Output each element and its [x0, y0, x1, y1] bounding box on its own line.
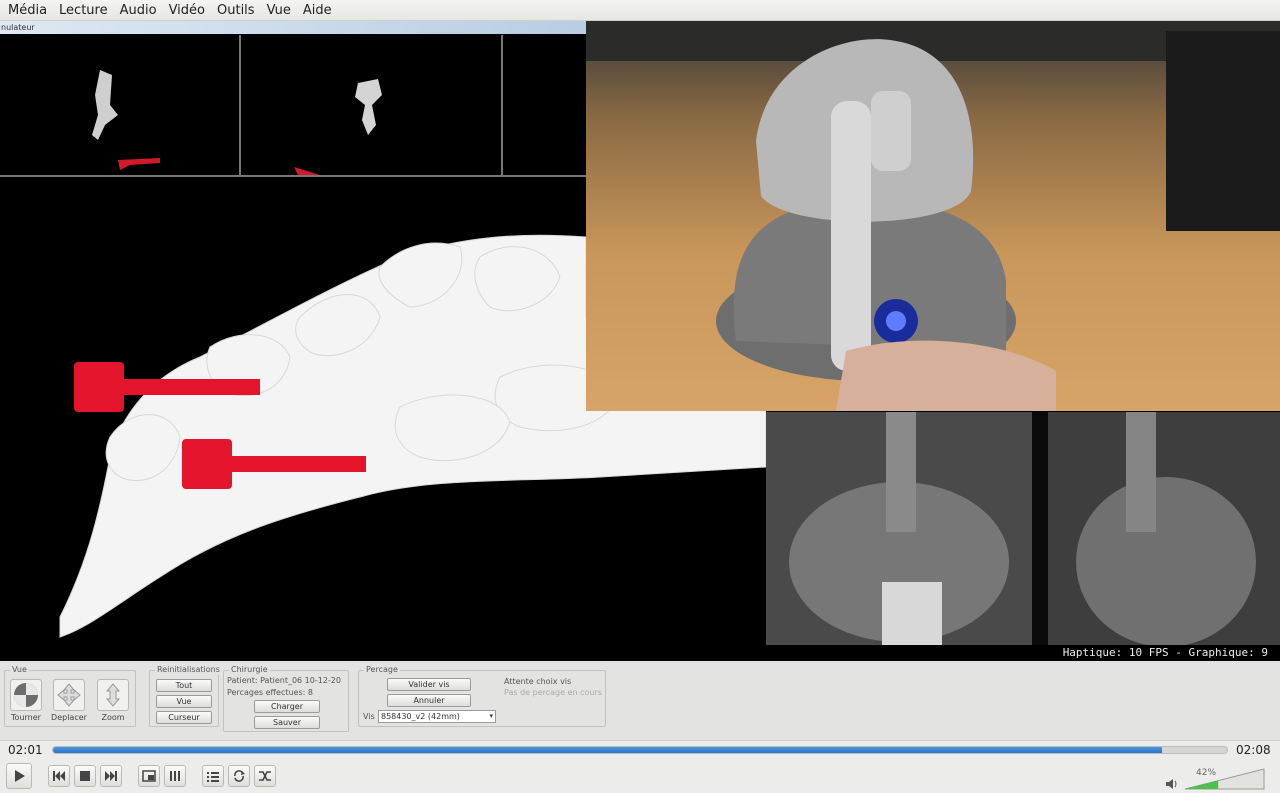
validate-screw-button[interactable]: Valider vis	[387, 678, 471, 691]
extended-settings-button[interactable]	[164, 765, 186, 787]
menubar: Média Lecture Audio Vidéo Outils Vue Aid…	[0, 0, 1280, 21]
screw-select[interactable]: 858430_v2 (42mm) ▾	[378, 710, 496, 723]
stop-button[interactable]	[74, 765, 96, 787]
reset-view-button[interactable]: Vue	[156, 695, 212, 708]
loop-icon	[234, 770, 245, 782]
loop-button[interactable]	[228, 765, 250, 787]
total-time: 02:08	[1236, 743, 1271, 757]
rotate-tool[interactable]: Tourner	[6, 679, 46, 722]
fullscreen-icon	[142, 770, 156, 782]
percage-group-title: Percage	[364, 665, 400, 675]
reinit-group: Reinitialisations Tout Vue Curseur	[149, 665, 222, 727]
chevron-down-icon: ▾	[489, 712, 493, 720]
patient-info: Patient: Patient_06 10-12-20	[227, 676, 341, 685]
vertebra-slice-image	[92, 70, 382, 175]
reinit-group-title: Reinitialisations	[155, 665, 222, 675]
zoom-tool-label: Zoom	[101, 713, 125, 722]
screw-label: Vis	[363, 712, 375, 721]
skip-forward-icon	[105, 771, 117, 781]
volume-slider[interactable]	[1184, 767, 1266, 791]
play-icon	[15, 770, 25, 782]
menu-video[interactable]: Vidéo	[163, 0, 211, 21]
chirurgie-group-title: Chirurgie	[229, 665, 270, 675]
player-controls: 02:01 02:08 42%	[0, 740, 1280, 793]
menu-outils[interactable]: Outils	[211, 0, 261, 21]
simulator-slice-views	[0, 35, 586, 177]
percage-status: Attente choix vis	[504, 677, 572, 686]
move-arrows-icon	[53, 679, 85, 711]
shuffle-icon	[259, 771, 271, 781]
vue-group-title: Vue	[10, 665, 29, 675]
play-button[interactable]	[6, 763, 32, 789]
previous-button[interactable]	[48, 765, 70, 787]
reset-all-button[interactable]: Tout	[156, 679, 212, 692]
simulator-control-panel: Vue Tourner Deplacer Zoom Reinitialisati…	[0, 661, 1280, 740]
vue-group: Vue Tourner Deplacer Zoom	[4, 665, 136, 727]
elapsed-time: 02:01	[8, 743, 43, 757]
save-button[interactable]: Sauver	[254, 716, 320, 729]
skip-back-icon	[53, 771, 65, 781]
percages-count: Percages effectues: 8	[227, 688, 313, 697]
percage-group: Percage Valider vis Annuler Attente choi…	[358, 665, 606, 727]
zoom-arrow-icon	[97, 679, 129, 711]
seek-slider[interactable]	[52, 746, 1228, 754]
menu-lecture[interactable]: Lecture	[53, 0, 114, 21]
fullscreen-button[interactable]	[138, 765, 160, 787]
rotate-ball-icon	[10, 679, 42, 711]
simulator-window-title: nulateur	[0, 21, 586, 34]
chirurgie-group: Chirurgie Patient: Patient_06 10-12-20 P…	[223, 665, 349, 732]
reset-cursor-button[interactable]: Curseur	[156, 711, 212, 724]
equalizer-icon	[170, 771, 180, 781]
cancel-button[interactable]: Annuler	[387, 694, 471, 707]
stop-icon	[80, 771, 90, 781]
menu-aide[interactable]: Aide	[297, 0, 338, 21]
shuffle-button[interactable]	[254, 765, 276, 787]
playlist-icon	[207, 772, 219, 782]
xray-views	[766, 412, 1280, 647]
haptic-device-video	[586, 21, 1280, 411]
next-button[interactable]	[100, 765, 122, 787]
menu-media[interactable]: Média	[2, 0, 53, 21]
move-tool[interactable]: Deplacer	[49, 679, 89, 722]
speaker-icon[interactable]	[1164, 777, 1180, 791]
percage-substatus: Pas de percage en cours	[504, 688, 602, 697]
screw-select-value: 858430_v2 (42mm)	[381, 712, 460, 721]
move-tool-label: Deplacer	[51, 713, 87, 722]
zoom-tool[interactable]: Zoom	[93, 679, 133, 722]
video-frame[interactable]: nulateur Haptique: 10 FPS - Graphique: 9	[0, 21, 1280, 661]
menu-vue[interactable]: Vue	[261, 0, 297, 21]
rotate-tool-label: Tourner	[11, 713, 41, 722]
playlist-button[interactable]	[202, 765, 224, 787]
simulator-fps-status: Haptique: 10 FPS - Graphique: 9	[0, 645, 1280, 661]
load-button[interactable]: Charger	[254, 700, 320, 713]
seek-progress	[53, 747, 1163, 753]
menu-audio[interactable]: Audio	[114, 0, 163, 21]
